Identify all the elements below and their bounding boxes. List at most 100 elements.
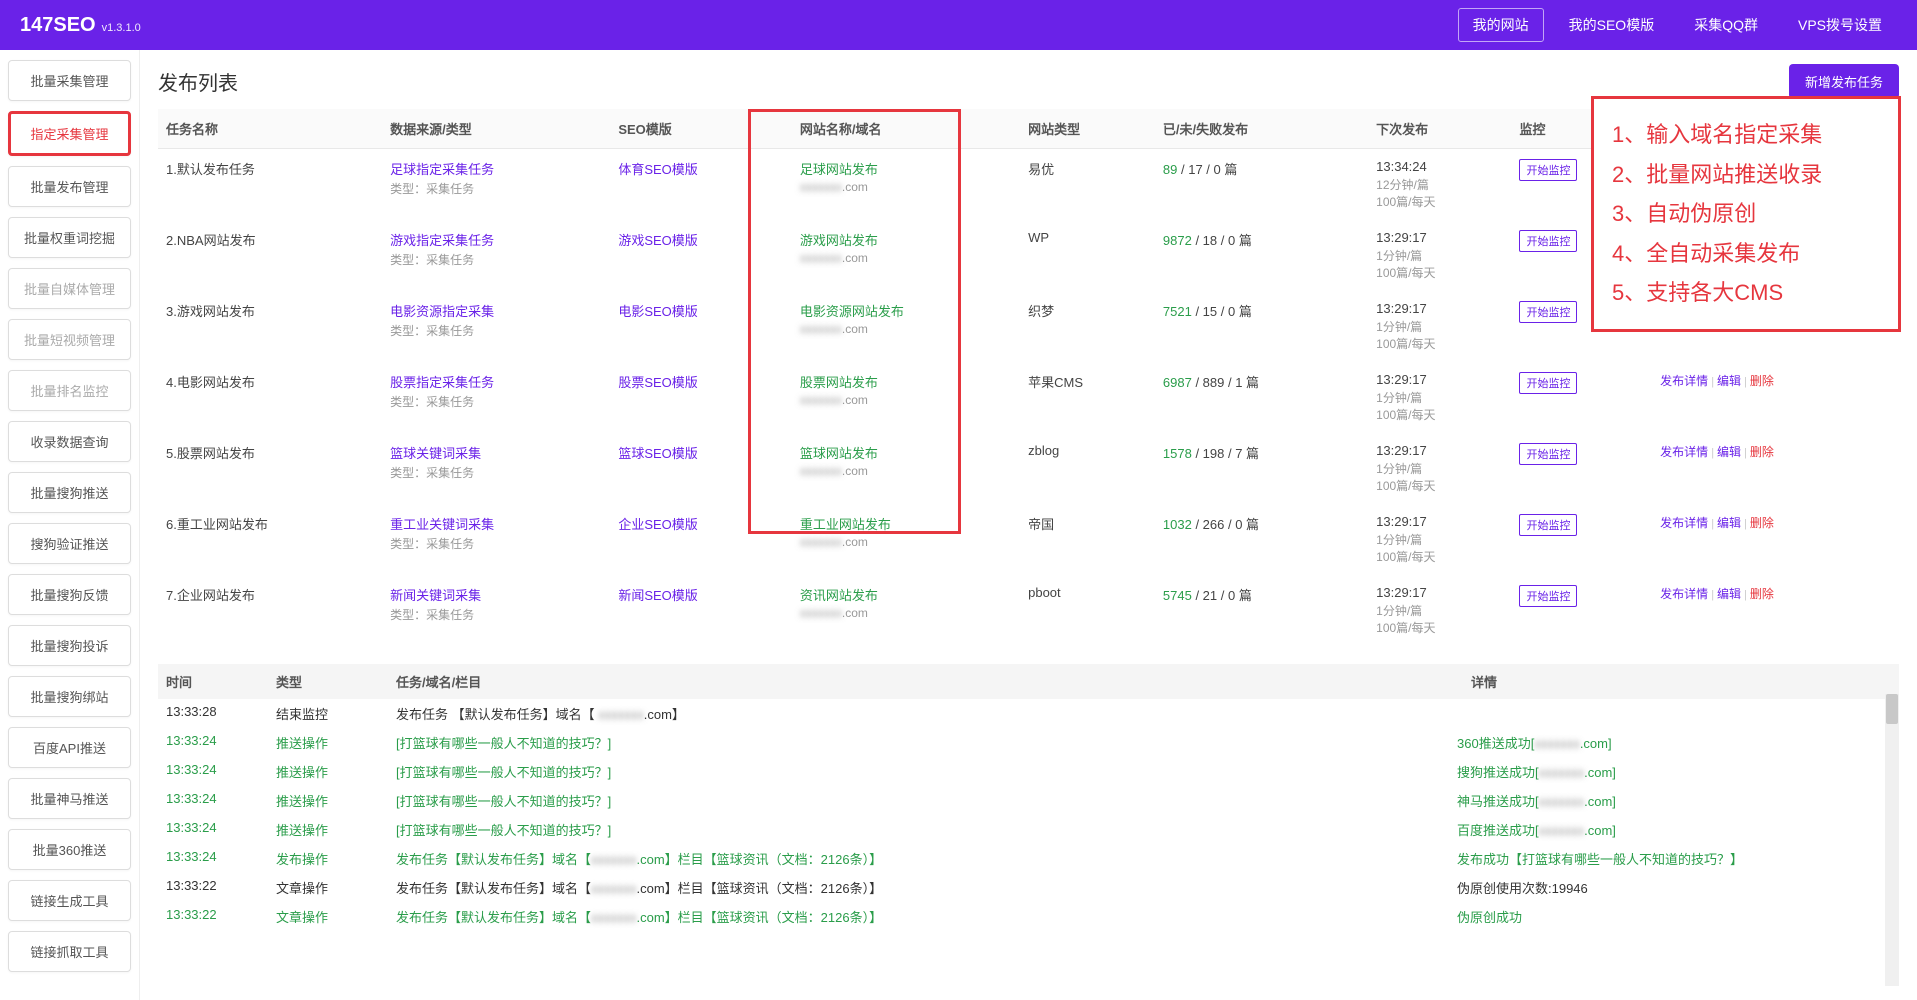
op-edit[interactable]: 编辑 [1717, 374, 1741, 388]
log-msg: [打篮球有哪些一般人不知道的技巧？] [396, 733, 1457, 752]
col-3: 网站名称/域名 [792, 109, 1020, 149]
cell-monitor: 开始监控 [1511, 433, 1652, 504]
log-time: 13:33:22 [166, 878, 276, 897]
cell-site: 游戏网站发布xxxxxxx.com [792, 220, 1020, 291]
nav-vps-dial[interactable]: VPS拨号设置 [1783, 8, 1897, 42]
site-link[interactable]: 重工业网站发布 [800, 517, 891, 532]
overlay-line: 3、自动伪原创 [1612, 194, 1880, 234]
sidebar-item-5[interactable]: 批量短视频管理 [8, 319, 131, 360]
monitor-button[interactable]: 开始监控 [1519, 443, 1577, 465]
cell-tpl: 新闻SEO模版 [610, 575, 792, 646]
op-edit[interactable]: 编辑 [1717, 587, 1741, 601]
sidebar-item-15[interactable]: 批量360推送 [8, 829, 131, 870]
tpl-link[interactable]: 新闻SEO模版 [618, 588, 697, 603]
log-msg: [打篮球有哪些一般人不知道的技巧？] [396, 762, 1457, 781]
tpl-link[interactable]: 企业SEO模版 [618, 517, 697, 532]
table-row: 7.企业网站发布新闻关键词采集类型：采集任务新闻SEO模版资讯网站发布xxxxx… [158, 575, 1899, 646]
site-link[interactable]: 股票网站发布 [800, 375, 878, 390]
monitor-button[interactable]: 开始监控 [1519, 301, 1577, 323]
op-detail[interactable]: 发布详情 [1660, 516, 1708, 530]
cell-counts: 5745 / 21 / 0 篇 [1155, 575, 1368, 646]
sidebar-item-13[interactable]: 百度API推送 [8, 727, 131, 768]
op-detail[interactable]: 发布详情 [1660, 445, 1708, 459]
cell-name: 7.企业网站发布 [158, 575, 382, 646]
cell-monitor: 开始监控 [1511, 504, 1652, 575]
col-4: 网站类型 [1020, 109, 1155, 149]
tpl-link[interactable]: 体育SEO模版 [618, 162, 697, 177]
source-type: 类型：采集任务 [390, 393, 602, 410]
log-scrollbar-thumb[interactable] [1886, 694, 1898, 724]
log-body[interactable]: 13:33:28结束监控发布任务 【默认发布任务】域名【 xxxxxxx.com… [158, 699, 1899, 931]
op-delete[interactable]: 删除 [1750, 516, 1774, 530]
sidebar-item-2[interactable]: 批量发布管理 [8, 166, 131, 207]
cell-tpl: 电影SEO模版 [610, 291, 792, 362]
log-msg: [打篮球有哪些一般人不知道的技巧？] [396, 820, 1457, 839]
sidebar-item-1[interactable]: 指定采集管理 [8, 111, 131, 156]
app-title: 147SEO [20, 14, 96, 37]
tpl-link[interactable]: 游戏SEO模版 [618, 233, 697, 248]
nav-qq-group[interactable]: 采集QQ群 [1679, 8, 1773, 42]
sidebar-item-12[interactable]: 批量搜狗绑站 [8, 676, 131, 717]
cell-cms-type: 易优 [1020, 149, 1155, 221]
sidebar-item-14[interactable]: 批量神马推送 [8, 778, 131, 819]
monitor-button[interactable]: 开始监控 [1519, 372, 1577, 394]
log-scrollbar[interactable] [1885, 694, 1899, 986]
log-row: 13:33:22文章操作发布任务【默认发布任务】域名【xxxxxxx.com】栏… [158, 873, 1885, 902]
op-delete[interactable]: 删除 [1750, 374, 1774, 388]
log-msg: 发布任务【默认发布任务】域名【xxxxxxx.com】栏目【篮球资讯（文档：21… [396, 907, 1457, 926]
op-delete[interactable]: 删除 [1750, 445, 1774, 459]
monitor-button[interactable]: 开始监控 [1519, 585, 1577, 607]
cell-ops: 发布详情|编辑|删除 [1652, 362, 1899, 433]
source-link[interactable]: 电影资源指定采集 [390, 304, 494, 319]
sidebar-item-17[interactable]: 链接抓取工具 [8, 931, 131, 972]
sidebar-item-16[interactable]: 链接生成工具 [8, 880, 131, 921]
cell-monitor: 开始监控 [1511, 575, 1652, 646]
sidebar-item-11[interactable]: 批量搜狗投诉 [8, 625, 131, 666]
monitor-button[interactable]: 开始监控 [1519, 159, 1577, 181]
site-link[interactable]: 足球网站发布 [800, 162, 878, 177]
sidebar-item-0[interactable]: 批量采集管理 [8, 60, 131, 101]
source-link[interactable]: 股票指定采集任务 [390, 375, 494, 390]
sidebar-item-7[interactable]: 收录数据查询 [8, 421, 131, 462]
op-edit[interactable]: 编辑 [1717, 445, 1741, 459]
cell-cms-type: pboot [1020, 575, 1155, 646]
source-link[interactable]: 篮球关键词采集 [390, 446, 481, 461]
op-detail[interactable]: 发布详情 [1660, 374, 1708, 388]
log-row: 13:33:24发布操作发布任务【默认发布任务】域名【xxxxxxx.com】栏… [158, 844, 1885, 873]
cell-tpl: 游戏SEO模版 [610, 220, 792, 291]
log-col-detail: 详情 [1471, 672, 1891, 691]
site-link[interactable]: 电影资源网站发布 [800, 304, 904, 319]
op-edit[interactable]: 编辑 [1717, 516, 1741, 530]
sidebar-item-8[interactable]: 批量搜狗推送 [8, 472, 131, 513]
tpl-link[interactable]: 篮球SEO模版 [618, 446, 697, 461]
col-0: 任务名称 [158, 109, 382, 149]
log-time: 13:33:22 [166, 907, 276, 926]
sidebar-item-4[interactable]: 批量自媒体管理 [8, 268, 131, 309]
log-detail: 发布成功【打篮球有哪些一般人不知道的技巧？】 [1457, 849, 1877, 868]
sidebar-item-3[interactable]: 批量权重词挖掘 [8, 217, 131, 258]
page-title: 发布列表 [158, 67, 238, 96]
overlay-line: 1、输入域名指定采集 [1612, 115, 1880, 155]
source-link[interactable]: 游戏指定采集任务 [390, 233, 494, 248]
cell-next: 13:29:171分钟/篇 100篇/每天 [1368, 575, 1511, 646]
source-link[interactable]: 重工业关键词采集 [390, 517, 494, 532]
nav-seo-templates[interactable]: 我的SEO模版 [1554, 8, 1670, 42]
op-detail[interactable]: 发布详情 [1660, 587, 1708, 601]
source-link[interactable]: 新闻关键词采集 [390, 588, 481, 603]
tpl-link[interactable]: 股票SEO模版 [618, 375, 697, 390]
sidebar-item-9[interactable]: 搜狗验证推送 [8, 523, 131, 564]
site-link[interactable]: 篮球网站发布 [800, 446, 878, 461]
monitor-button[interactable]: 开始监控 [1519, 230, 1577, 252]
nav-my-sites[interactable]: 我的网站 [1458, 8, 1544, 42]
col-1: 数据来源/类型 [382, 109, 610, 149]
monitor-button[interactable]: 开始监控 [1519, 514, 1577, 536]
op-delete[interactable]: 删除 [1750, 587, 1774, 601]
cell-cms-type: 织梦 [1020, 291, 1155, 362]
source-link[interactable]: 足球指定采集任务 [390, 162, 494, 177]
sidebar-item-6[interactable]: 批量排名监控 [8, 370, 131, 411]
add-publish-task-button[interactable]: 新增发布任务 [1789, 64, 1899, 99]
tpl-link[interactable]: 电影SEO模版 [618, 304, 697, 319]
site-link[interactable]: 游戏网站发布 [800, 233, 878, 248]
site-link[interactable]: 资讯网站发布 [800, 588, 878, 603]
sidebar-item-10[interactable]: 批量搜狗反馈 [8, 574, 131, 615]
